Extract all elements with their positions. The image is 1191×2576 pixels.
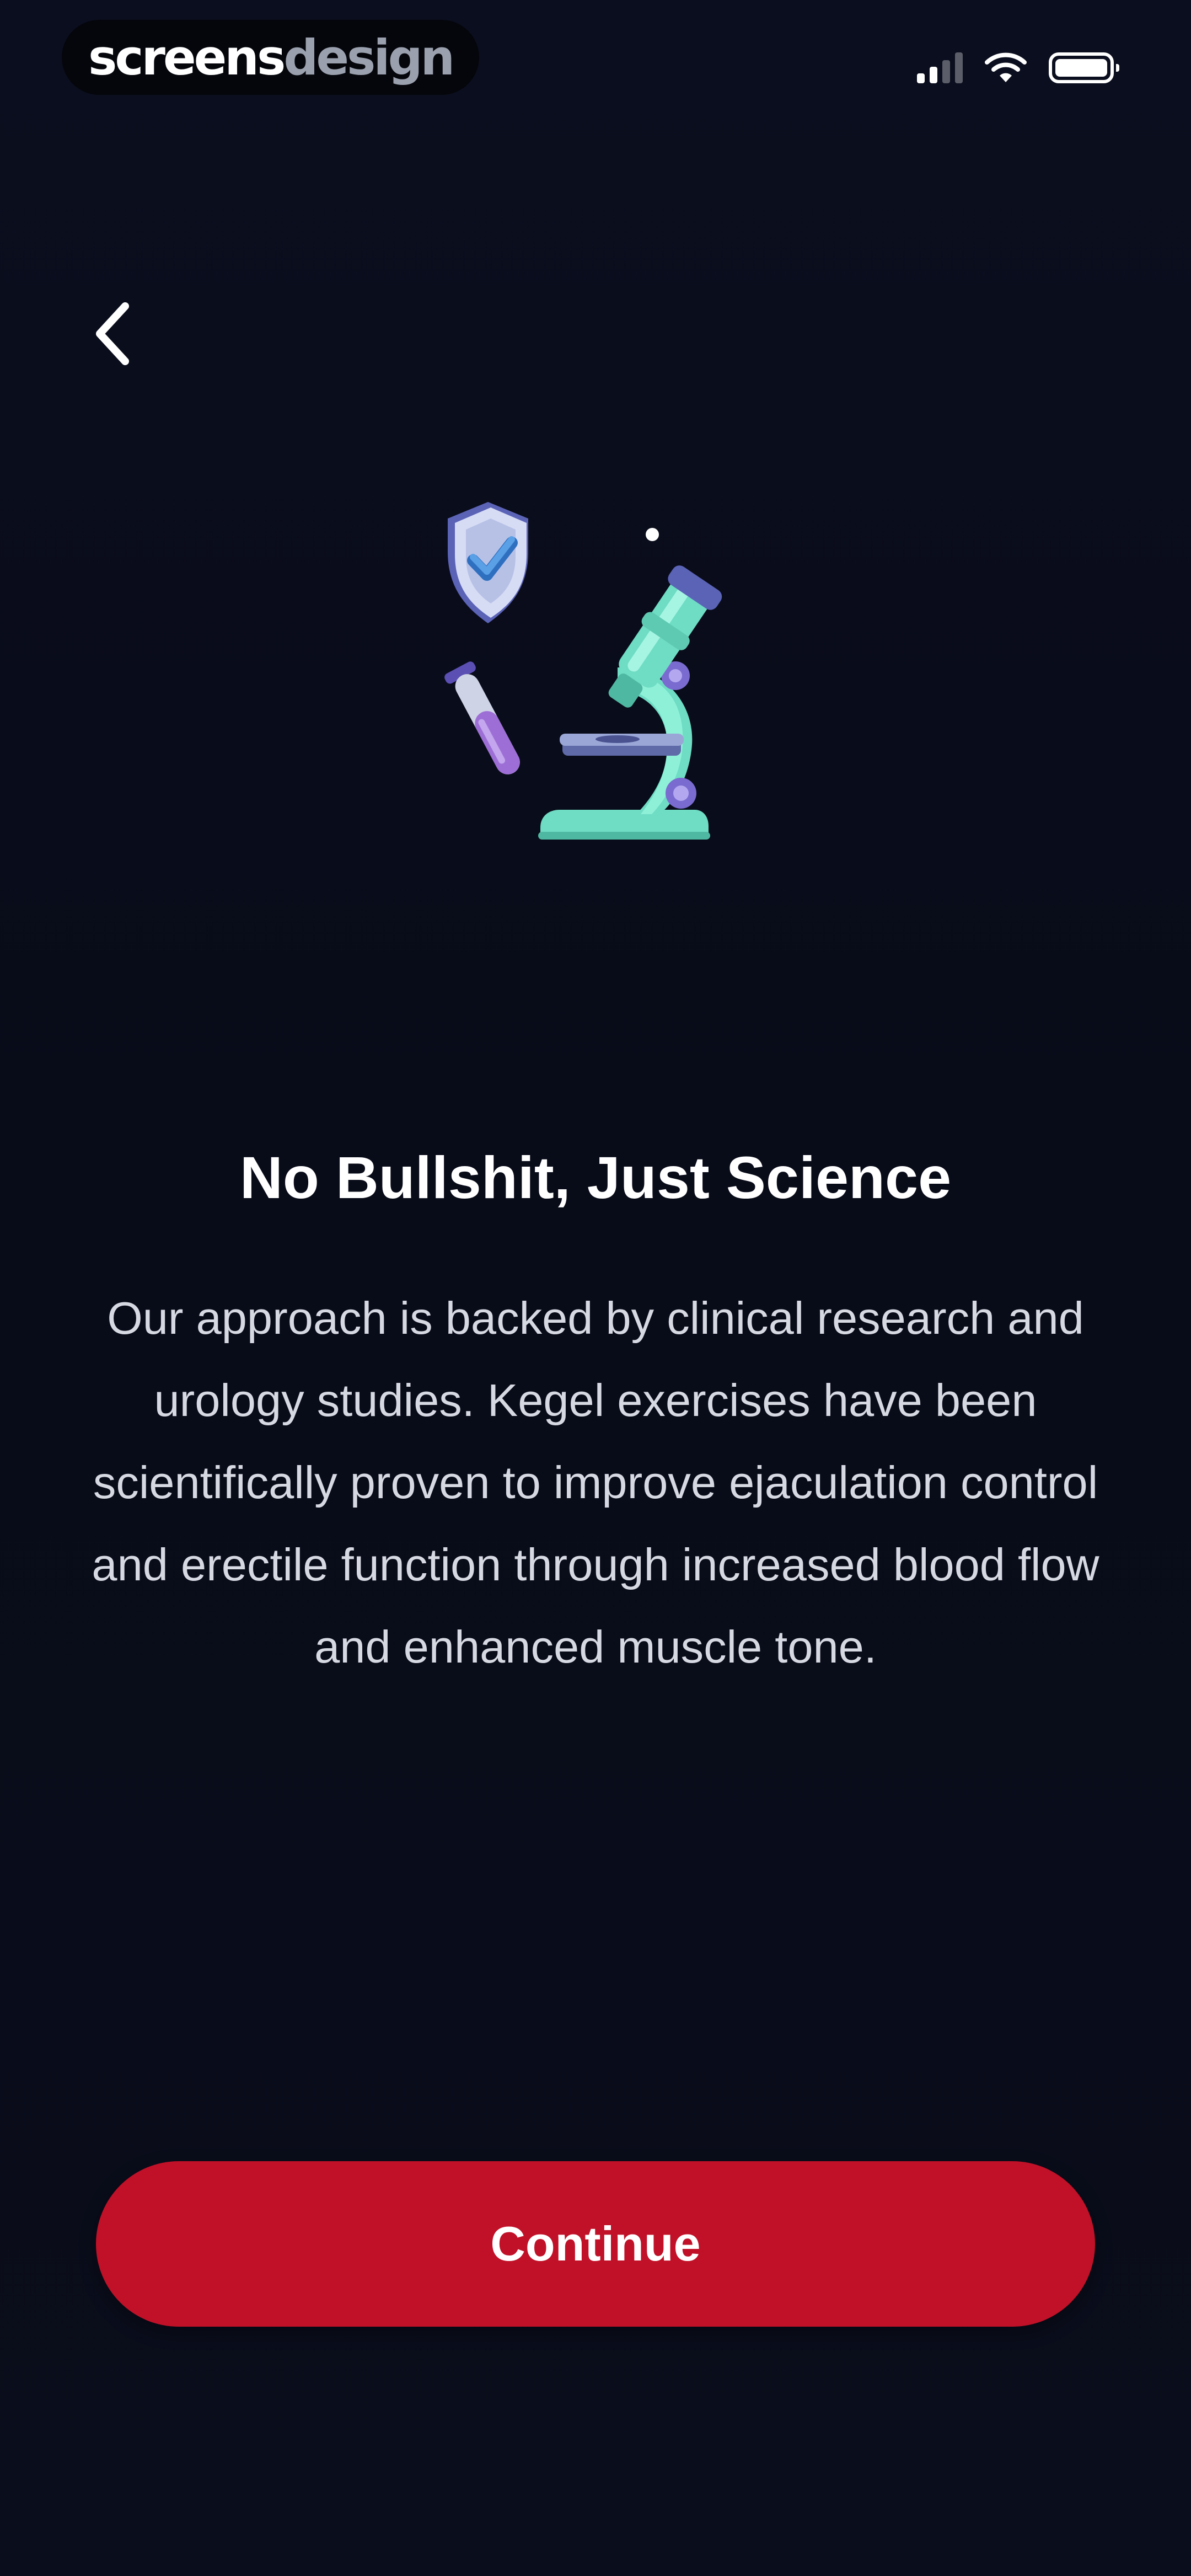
brand-watermark: screens design: [62, 20, 480, 95]
page-title: No Bullshit, Just Science: [239, 1144, 952, 1211]
wifi-icon: [985, 52, 1027, 82]
battery-icon: [1049, 52, 1119, 83]
shield-check-icon: [448, 502, 528, 623]
sparkle-dot: [646, 528, 659, 541]
continue-button[interactable]: Continue: [96, 2161, 1095, 2327]
back-button[interactable]: [83, 298, 143, 370]
brand-text-part2: design: [283, 29, 455, 86]
onboarding-screen: screens design No Bullshit, Just Science…: [0, 0, 1191, 2576]
test-tube-icon: [444, 661, 520, 774]
microscope-icon: [538, 565, 722, 840]
status-bar-icons: [917, 49, 1119, 87]
chevron-left-icon: [96, 302, 129, 365]
cellular-signal-icon: [917, 52, 963, 83]
science-illustration: [444, 502, 722, 840]
brand-text-part1: screens: [88, 29, 286, 86]
description-text: Our approach is backed by clinical resea…: [92, 1292, 1099, 1672]
